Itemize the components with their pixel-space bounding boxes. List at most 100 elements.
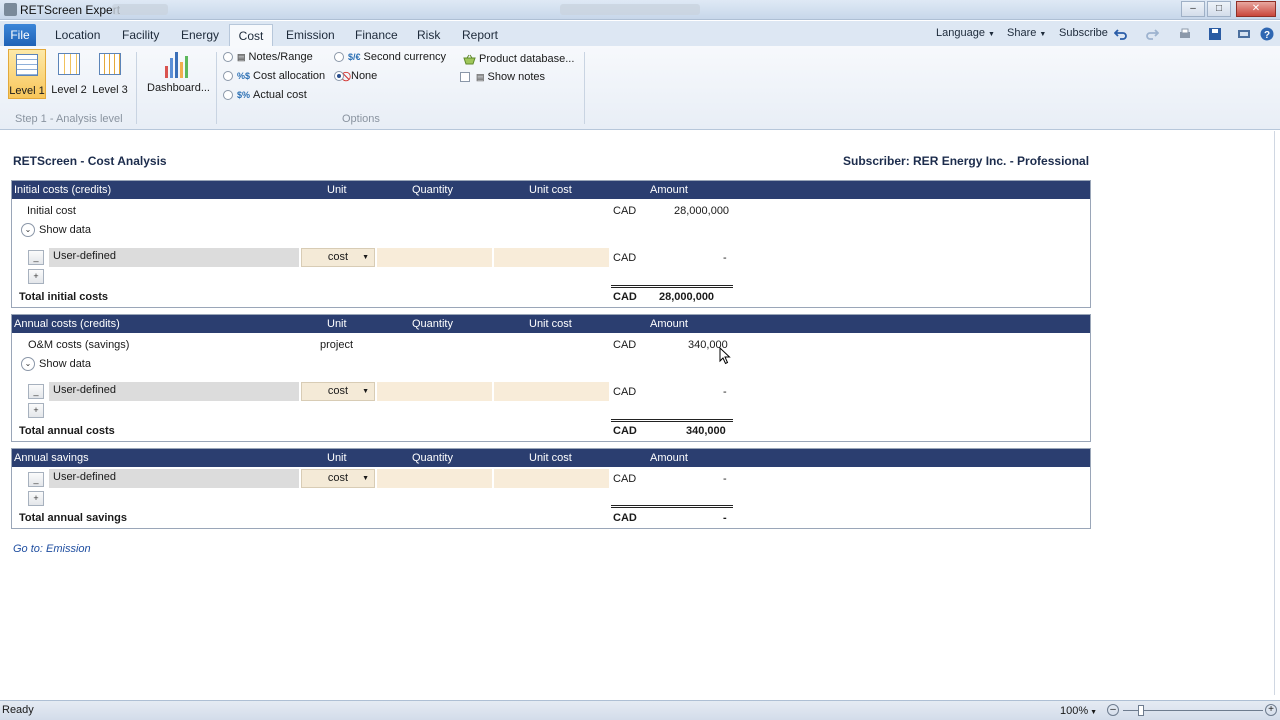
unit-dropdown-value: cost <box>327 385 349 397</box>
subscribe-button[interactable]: Subscribe <box>1059 27 1108 39</box>
col-unit: Unit <box>327 318 347 330</box>
language-menu[interactable]: Language ▼ <box>936 27 995 39</box>
unit-cost-input[interactable] <box>494 382 609 401</box>
quantity-input[interactable] <box>377 469 492 488</box>
product-database-button[interactable]: Product database... <box>463 52 574 66</box>
tab-file[interactable]: File <box>4 24 36 46</box>
quantity-input[interactable] <box>377 382 492 401</box>
status-bar: Ready 100% ▼ – + <box>0 700 1280 720</box>
level-icon <box>58 53 80 75</box>
tools-icon[interactable] <box>1237 27 1251 41</box>
unit-dropdown[interactable]: cost ▼ <box>301 382 375 401</box>
print-icon[interactable] <box>1178 27 1192 41</box>
show-data-toggle[interactable]: ⌄ Show data <box>21 223 91 237</box>
ribbon-tab-row: File Location Facility Energy Cost Emiss… <box>0 21 1280 46</box>
unit-dropdown[interactable]: cost ▼ <box>301 248 375 267</box>
remove-row-button[interactable]: _ <box>28 250 44 265</box>
ribbon-divider <box>136 52 137 124</box>
level-2-button[interactable]: Level 2 <box>50 49 88 99</box>
zoom-level: 100% <box>1060 705 1089 717</box>
remove-row-button[interactable]: _ <box>28 384 44 399</box>
add-row-button[interactable]: + <box>28 491 44 506</box>
tab-cost[interactable]: Cost <box>229 24 273 46</box>
user-defined-field[interactable]: User-defined <box>49 469 299 488</box>
col-unit: Unit <box>327 452 347 464</box>
option-actual-cost[interactable]: $% Actual cost <box>223 88 307 102</box>
add-row-button[interactable]: + <box>28 269 44 284</box>
currency-label: CAD <box>613 339 637 351</box>
zoom-menu[interactable]: 100% ▼ <box>1060 705 1097 717</box>
initial-costs-section: Initial costs (credits) Unit Quantity Un… <box>11 180 1091 308</box>
option-none[interactable]: ⃠None <box>334 69 377 83</box>
level-1-label: Level 1 <box>9 85 45 97</box>
zoom-slider-thumb[interactable] <box>1138 705 1144 716</box>
col-quantity: Quantity <box>412 452 453 464</box>
zoom-out-button[interactable]: – <box>1107 704 1119 716</box>
undo-icon[interactable] <box>1114 27 1128 41</box>
col-unit-cost: Unit cost <box>529 318 572 330</box>
show-notes-checkbox[interactable]: ▤ Show notes <box>460 70 545 84</box>
level-1-button[interactable]: Level 1 <box>8 49 46 99</box>
share-label: Share <box>1007 27 1037 39</box>
tab-facility[interactable]: Facility <box>116 24 165 46</box>
help-icon[interactable]: ? <box>1260 27 1274 41</box>
tab-report[interactable]: Report <box>456 24 504 46</box>
second-currency-label: Second currency <box>363 51 447 63</box>
unit-cost-input[interactable] <box>494 469 609 488</box>
tab-finance[interactable]: Finance <box>349 24 404 46</box>
show-data-toggle[interactable]: ⌄ Show data <box>21 357 91 371</box>
ribbon-panel: Level 1 Level 2 Level 3 Step 1 - Analysi… <box>0 46 1280 130</box>
amount-value: - <box>723 252 727 264</box>
option-second-currency[interactable]: $/€ Second currency <box>334 50 446 64</box>
zoom-in-button[interactable]: + <box>1265 704 1277 716</box>
currency-label: CAD <box>613 425 637 437</box>
total-value: 28,000,000 <box>659 291 715 303</box>
step-group-label: Step 1 - Analysis level <box>15 113 123 125</box>
level-3-button[interactable]: Level 3 <box>91 49 129 99</box>
quantity-input[interactable] <box>377 248 492 267</box>
tab-energy[interactable]: Energy <box>175 24 225 46</box>
tab-risk[interactable]: Risk <box>411 24 446 46</box>
dashboard-button[interactable]: Dashboard... <box>147 50 210 94</box>
total-rule <box>611 505 733 508</box>
chevron-down-icon: ▼ <box>987 31 995 38</box>
show-data-label: Show data <box>39 357 91 370</box>
tab-location[interactable]: Location <box>49 24 106 46</box>
minimize-button[interactable]: – <box>1181 1 1205 17</box>
chevron-down-icon: ▼ <box>1039 31 1047 38</box>
unit-dropdown[interactable]: cost ▼ <box>301 469 375 488</box>
col-amount: Amount <box>650 452 688 464</box>
tab-emission[interactable]: Emission <box>280 24 341 46</box>
zoom-slider[interactable] <box>1123 710 1263 711</box>
option-notes-range[interactable]: ▤ Notes/Range <box>223 50 313 64</box>
app-icon <box>4 3 17 16</box>
unit-cost-input[interactable] <box>494 248 609 267</box>
option-cost-allocation[interactable]: %$ Cost allocation <box>223 69 325 83</box>
row-label: O&M costs (savings) <box>28 339 130 351</box>
maximize-button[interactable]: □ <box>1207 1 1231 17</box>
currency-label: CAD <box>613 473 637 485</box>
section-title: Annual savings <box>14 452 89 464</box>
remove-row-button[interactable]: _ <box>28 472 44 487</box>
redo-icon[interactable] <box>1145 27 1159 41</box>
share-menu[interactable]: Share ▼ <box>1007 27 1046 39</box>
row-label: Initial cost <box>27 205 76 217</box>
section-header: Annual costs (credits) Unit Quantity Uni… <box>12 315 1090 333</box>
currency-icon: $/€ <box>348 52 361 63</box>
user-defined-field[interactable]: User-defined <box>49 248 299 267</box>
total-rule <box>611 285 733 288</box>
section-header: Annual savings Unit Quantity Unit cost A… <box>12 449 1090 467</box>
show-data-label: Show data <box>39 223 91 236</box>
row-unit: project <box>320 339 354 351</box>
save-icon[interactable] <box>1208 27 1222 41</box>
user-defined-field[interactable]: User-defined <box>49 382 299 401</box>
cost-allocation-icon: %$ <box>237 71 251 82</box>
level-2-label: Level 2 <box>51 84 87 96</box>
amount-value: 28,000,000 <box>674 205 730 217</box>
close-button[interactable]: ✕ <box>1236 1 1276 17</box>
goto-emission-link[interactable]: Go to: Emission <box>13 543 91 555</box>
add-row-button[interactable]: + <box>28 403 44 418</box>
chevron-down-icon: ⌄ <box>21 223 35 237</box>
level-icon <box>99 53 121 75</box>
chevron-down-icon: ⌄ <box>21 357 35 371</box>
